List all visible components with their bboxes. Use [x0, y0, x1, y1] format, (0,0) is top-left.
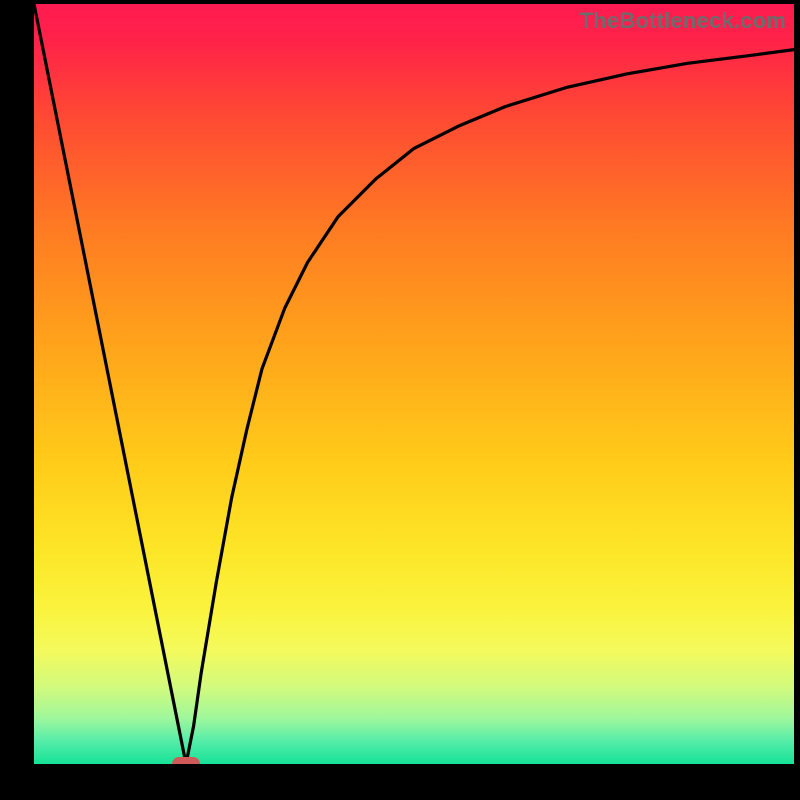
optimum-marker	[172, 757, 200, 764]
chart-container: TheBottleneck.com	[0, 0, 800, 800]
bottleneck-curve	[34, 4, 794, 764]
curve-layer	[34, 4, 794, 764]
plot-area: TheBottleneck.com	[34, 4, 794, 764]
watermark-text: TheBottleneck.com	[580, 8, 786, 34]
